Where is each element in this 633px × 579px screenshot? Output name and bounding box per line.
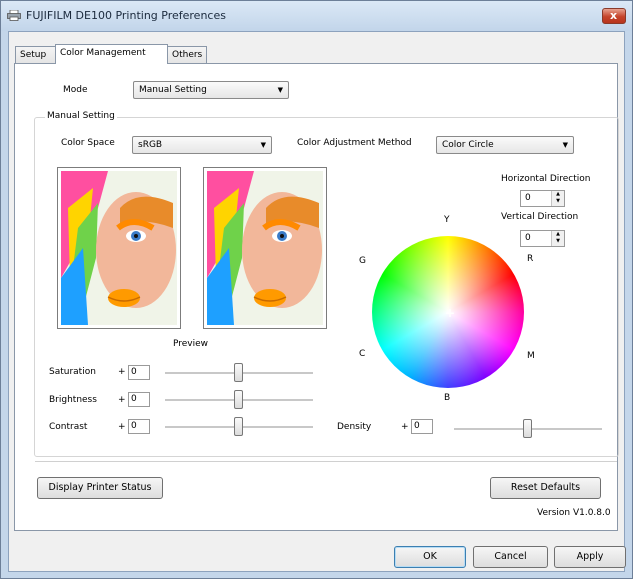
density-input[interactable]: 0 [411,419,433,434]
vertical-direction-label: Vertical Direction [501,212,579,222]
chevron-down-icon: ▼ [277,86,283,94]
contrast-sign: + [118,422,126,432]
mode-label: Mode [63,85,88,95]
contrast-input[interactable]: 0 [128,419,150,434]
wheel-label-m: M [527,351,535,361]
window-title: FUJIFILM DE100 Printing Preferences [26,9,226,22]
preview-before-image [61,171,177,325]
saturation-slider-handle[interactable] [234,363,243,382]
mode-select[interactable]: Manual Setting ▼ [133,81,289,99]
vertical-direction-spinner[interactable]: 0 ▲ ▼ [520,230,565,247]
density-slider-handle[interactable] [523,419,532,438]
contrast-label: Contrast [49,422,88,432]
apply-button[interactable]: Apply [554,546,626,568]
brightness-slider-handle[interactable] [234,390,243,409]
spinner-arrows-icon[interactable]: ▲ ▼ [551,191,564,206]
preview-before-frame [57,167,181,329]
brightness-input[interactable]: 0 [128,392,150,407]
horizontal-direction-label: Horizontal Direction [501,174,591,184]
wheel-label-g: G [359,256,366,266]
color-circle-cursor-icon[interactable]: + [445,306,455,320]
printer-icon [7,10,21,21]
color-space-select[interactable]: sRGB ▼ [132,136,272,154]
wheel-label-r: R [527,254,534,264]
preview-after-frame [203,167,327,329]
wheel-label-c: C [359,349,366,359]
close-button[interactable]: x [602,8,626,24]
preview-after-image [207,171,323,325]
close-icon: x [610,9,618,22]
tab-color-management[interactable]: Color Management [55,44,168,64]
manual-setting-label: Manual Setting [45,111,117,121]
brightness-sign: + [118,395,126,405]
adjust-method-select[interactable]: Color Circle ▼ [436,136,574,154]
tab-setup[interactable]: Setup [15,46,56,64]
mode-select-value: Manual Setting [139,85,207,95]
cancel-button[interactable]: Cancel [473,546,548,568]
wheel-label-y: Y [444,215,450,225]
wheel-label-b: B [444,393,451,403]
adjust-method-label: Color Adjustment Method [297,138,412,148]
version-label: Version V1.0.8.0 [537,508,611,518]
color-space-value: sRGB [138,140,163,150]
vertical-direction-value: 0 [525,233,531,243]
reset-defaults-button[interactable]: Reset Defaults [490,477,601,499]
horizontal-direction-value: 0 [525,193,531,203]
color-space-label: Color Space [61,138,115,148]
display-printer-status-button[interactable]: Display Printer Status [37,477,163,499]
adjust-method-value: Color Circle [442,140,494,150]
horizontal-direction-spinner[interactable]: 0 ▲ ▼ [520,190,565,207]
dialog-window: FUJIFILM DE100 Printing Preferences x Se… [0,0,633,579]
chevron-down-icon: ▼ [562,141,568,149]
density-sign: + [401,422,409,432]
saturation-sign: + [118,367,126,377]
saturation-input[interactable]: 0 [128,365,150,380]
density-label: Density [337,422,372,432]
separator [35,461,617,463]
saturation-label: Saturation [49,367,96,377]
brightness-label: Brightness [49,395,97,405]
spinner-arrows-icon[interactable]: ▲ ▼ [551,231,564,246]
tab-others[interactable]: Others [167,46,207,64]
title-bar[interactable]: FUJIFILM DE100 Printing Preferences x [1,1,632,31]
preview-label: Preview [173,339,209,349]
chevron-down-icon: ▼ [260,141,266,149]
ok-button[interactable]: OK [394,546,466,568]
contrast-slider-handle[interactable] [234,417,243,436]
